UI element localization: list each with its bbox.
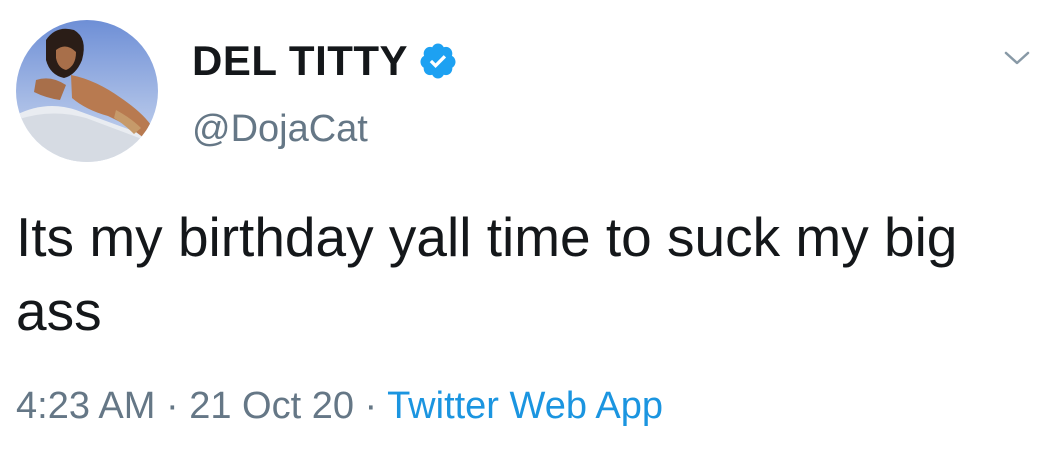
verified-badge-icon bbox=[418, 41, 458, 81]
meta-separator: · bbox=[353, 385, 388, 427]
chevron-down-icon[interactable] bbox=[1002, 48, 1032, 68]
user-handle[interactable]: @DojaCat bbox=[192, 108, 368, 151]
tweet-text: Its my birthday yall time to suck my big… bbox=[16, 206, 958, 342]
tweet-date[interactable]: 21 Oct 20 bbox=[189, 385, 354, 427]
meta-separator: · bbox=[155, 385, 190, 427]
name-row: DEL TITTY bbox=[192, 36, 458, 86]
avatar-image bbox=[16, 20, 158, 162]
tweet-card: DEL TITTY @DojaCat Its my birthday yall … bbox=[0, 0, 1046, 470]
tweet-time[interactable]: 4:23 AM bbox=[16, 385, 155, 427]
display-name[interactable]: DEL TITTY bbox=[192, 37, 408, 85]
avatar[interactable] bbox=[16, 20, 158, 162]
tweet-meta: 4:23 AM · 21 Oct 20 · Twitter Web App bbox=[16, 385, 663, 428]
tweet-source-link[interactable]: Twitter Web App bbox=[387, 385, 663, 427]
